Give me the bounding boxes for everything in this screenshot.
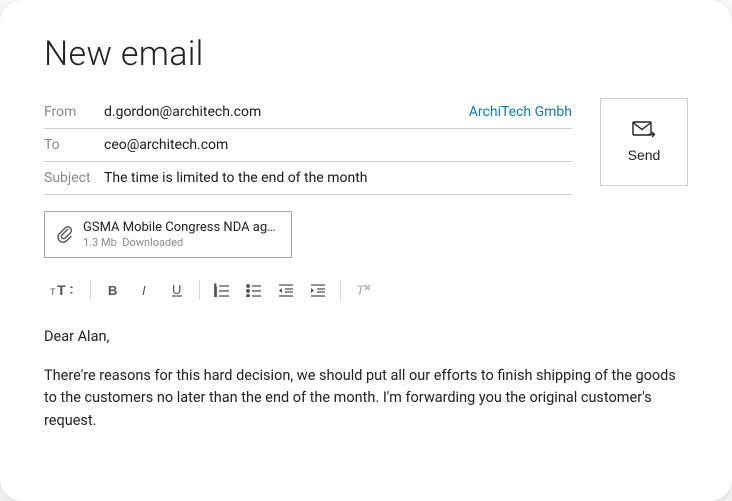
outdent-button[interactable] bbox=[270, 276, 302, 304]
page-title: New email bbox=[44, 34, 688, 74]
account-link[interactable]: ArchiTech Gmbh bbox=[469, 104, 572, 120]
header-area: From ArchiTech Gmbh To Subject bbox=[44, 96, 688, 195]
toolbar-separator bbox=[90, 280, 91, 300]
from-input[interactable] bbox=[104, 104, 469, 120]
subject-input[interactable] bbox=[104, 170, 572, 186]
italic-button[interactable]: I bbox=[129, 276, 161, 304]
font-size-button[interactable]: T T bbox=[44, 276, 84, 304]
bullet-list-button[interactable] bbox=[238, 276, 270, 304]
send-button[interactable]: Send bbox=[600, 98, 688, 186]
toolbar-separator bbox=[340, 280, 341, 300]
subject-row: Subject bbox=[44, 162, 572, 195]
underline-button[interactable]: U bbox=[161, 276, 193, 304]
format-toolbar: T T B I U 1 2 3 bbox=[44, 276, 688, 304]
svg-text:T: T bbox=[50, 287, 56, 297]
paperclip-icon bbox=[55, 223, 73, 247]
compose-email-card: New email From ArchiTech Gmbh To Subject bbox=[0, 0, 732, 501]
svg-text:T: T bbox=[57, 282, 66, 298]
send-mail-icon bbox=[632, 121, 656, 139]
to-row: To bbox=[44, 129, 572, 162]
to-input[interactable] bbox=[104, 137, 572, 153]
toolbar-separator bbox=[199, 280, 200, 300]
attachment-name: GSMA Mobile Congress NDA ag… bbox=[83, 220, 281, 235]
attachment-status: Downloaded bbox=[122, 236, 183, 249]
svg-text:3: 3 bbox=[214, 294, 217, 297]
indent-button[interactable] bbox=[302, 276, 334, 304]
svg-text:B: B bbox=[108, 283, 117, 297]
svg-text:T: T bbox=[356, 282, 366, 298]
ordered-list-button[interactable]: 1 2 3 bbox=[206, 276, 238, 304]
clear-formatting-button[interactable]: T bbox=[347, 276, 379, 304]
header-fields: From ArchiTech Gmbh To Subject bbox=[44, 96, 572, 195]
svg-text:I: I bbox=[142, 283, 146, 297]
from-label: From bbox=[44, 104, 104, 120]
svg-text:U: U bbox=[172, 282, 181, 297]
to-label: To bbox=[44, 137, 104, 153]
attachment-meta: 1.3 Mb Downloaded bbox=[83, 236, 281, 249]
from-row: From ArchiTech Gmbh bbox=[44, 96, 572, 129]
attachment-chip[interactable]: GSMA Mobile Congress NDA ag… 1.3 Mb Down… bbox=[44, 211, 292, 258]
send-label: Send bbox=[628, 147, 661, 163]
body-greeting: Dear Alan, bbox=[44, 326, 688, 348]
email-body[interactable]: Dear Alan, There're reasons for this har… bbox=[44, 326, 688, 432]
attachment-text: GSMA Mobile Congress NDA ag… 1.3 Mb Down… bbox=[83, 220, 281, 249]
attachment-size: 1.3 Mb bbox=[83, 236, 117, 249]
subject-label: Subject bbox=[44, 170, 104, 186]
body-paragraph: There're reasons for this hard decision,… bbox=[44, 365, 688, 432]
bold-button[interactable]: B bbox=[97, 276, 129, 304]
